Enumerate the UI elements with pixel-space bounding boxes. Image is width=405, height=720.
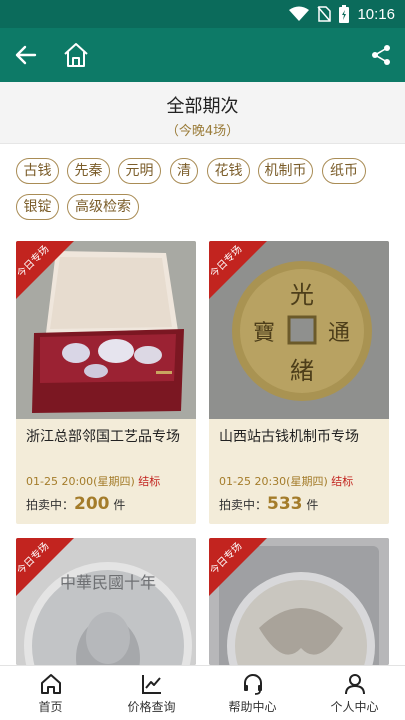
tab-help-center[interactable]: 帮助中心 <box>202 666 303 720</box>
tab-profile[interactable]: 个人中心 <box>304 666 405 720</box>
auction-card[interactable]: 今日专场 <box>209 538 389 665</box>
tab-label: 帮助中心 <box>228 700 277 714</box>
wifi-icon <box>289 6 310 21</box>
card-time: 01-25 20:30(星期四) 结标 <box>219 475 354 488</box>
filter-tag[interactable]: 元明 <box>118 158 161 184</box>
battery-icon <box>339 5 350 23</box>
tab-price-query[interactable]: 价格查询 <box>101 666 202 720</box>
home-icon <box>64 43 88 67</box>
card-time: 01-25 20:00(星期四) 结标 <box>26 475 161 488</box>
arrow-left-icon <box>15 45 37 65</box>
card-image: 光 緒 通 寶 今日专场 <box>209 241 389 419</box>
filter-tag[interactable]: 纸币 <box>322 158 366 184</box>
auction-card[interactable]: 光 緒 通 寶 今日专场 山西站古钱机制币专场 01-25 20:30(星期四)… <box>209 241 389 524</box>
tab-home[interactable]: 首页 <box>0 666 101 720</box>
svg-text:中華民國十年: 中華民國十年 <box>60 573 156 592</box>
advanced-search-tag[interactable]: 高级检索 <box>67 194 139 220</box>
svg-text:緒: 緒 <box>290 357 314 385</box>
card-count: 拍卖中：533 件 <box>219 494 319 514</box>
home-button[interactable] <box>60 39 92 71</box>
filter-tag[interactable]: 银锭 <box>16 194 59 220</box>
clock: 10:16 <box>357 5 395 23</box>
app-bar <box>0 28 405 82</box>
auction-card[interactable]: 今日专场 浙江总部邻国工艺品专场 01-25 20:00(星期四) 结标 拍卖中… <box>16 241 196 524</box>
card-image: 今日专场 <box>209 538 389 665</box>
filter-tag[interactable]: 花钱 <box>207 158 250 184</box>
card-title: 山西站古钱机制币专场 <box>219 429 359 445</box>
card-image: 今日专场 <box>16 241 196 419</box>
tab-label: 个人中心 <box>330 700 379 714</box>
status-bar: 10:16 <box>0 0 405 28</box>
svg-text:寶: 寶 <box>253 321 275 346</box>
card-image: 中華民國十年 今日专场 <box>16 538 196 665</box>
no-sim-icon <box>317 6 332 22</box>
chart-icon <box>141 675 161 694</box>
back-button[interactable] <box>10 39 42 71</box>
user-icon <box>344 674 365 695</box>
home-icon <box>40 674 61 694</box>
card-title: 浙江总部邻国工艺品专场 <box>26 429 180 445</box>
share-icon <box>372 45 390 65</box>
filter-tag[interactable]: 机制币 <box>258 158 313 184</box>
filter-tag[interactable]: 古钱 <box>16 158 59 184</box>
svg-text:通: 通 <box>328 321 350 346</box>
page-subtitle: （今晚4场） <box>165 124 240 139</box>
svg-text:光: 光 <box>290 281 314 309</box>
filter-tag[interactable]: 清 <box>170 158 198 184</box>
session-header: 全部期次 （今晚4场） <box>0 82 405 144</box>
auction-card[interactable]: 中華民國十年 今日专场 <box>16 538 196 665</box>
card-status: 结标 <box>331 475 354 488</box>
tab-label: 价格查询 <box>127 700 176 714</box>
card-status: 结标 <box>138 475 161 488</box>
share-button[interactable] <box>365 39 397 71</box>
headset-icon <box>243 674 262 695</box>
tab-label: 首页 <box>38 700 63 714</box>
card-count: 拍卖中：200 件 <box>26 494 126 514</box>
bottom-tab-bar: 首页 价格查询 帮助中心 个人中心 <box>0 665 405 720</box>
filter-tag[interactable]: 先秦 <box>67 158 110 184</box>
page-title: 全部期次 <box>166 96 239 117</box>
